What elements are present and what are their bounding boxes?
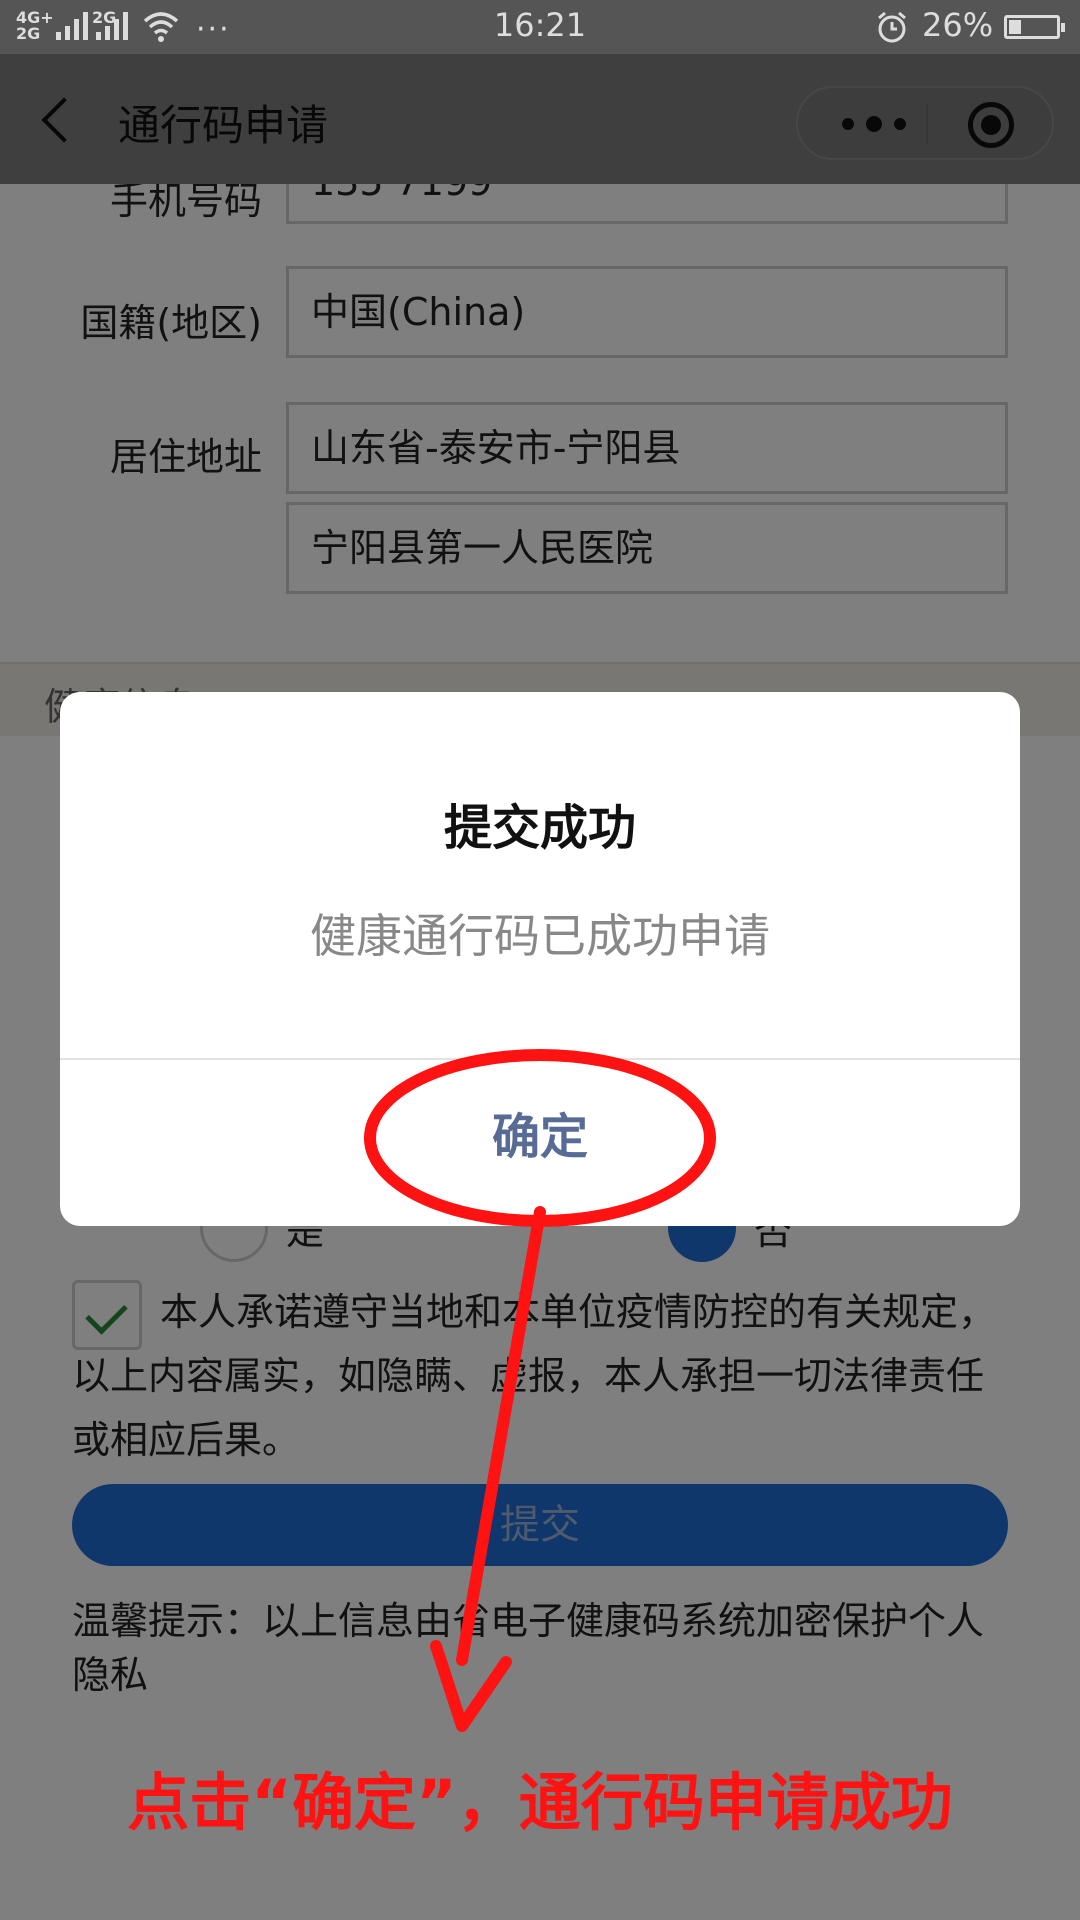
arrow-shaft xyxy=(456,1206,546,1666)
tutorial-annotation xyxy=(364,1049,716,1732)
arrow-head xyxy=(430,1640,512,1732)
annotation-caption: 点击“确定”，通行码申请成功 xyxy=(127,1766,953,1839)
highlight-ellipse xyxy=(364,1049,716,1227)
